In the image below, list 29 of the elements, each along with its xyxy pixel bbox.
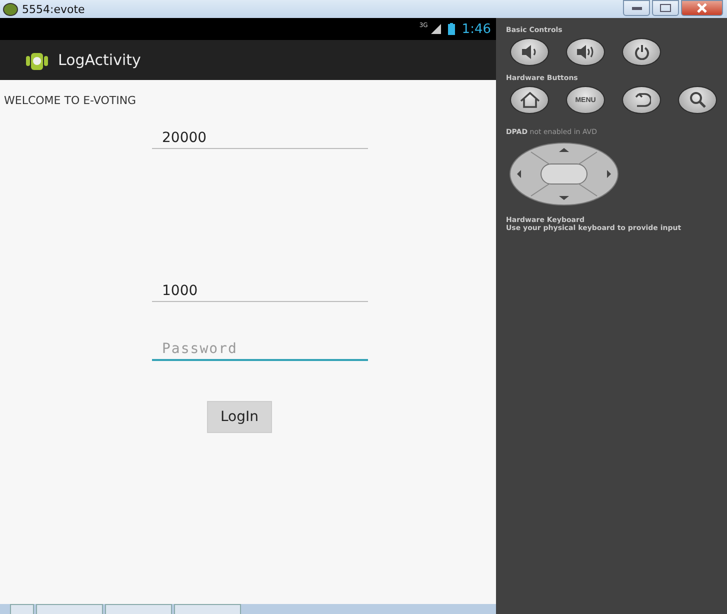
speaker-icon [520,45,538,59]
volume-up-button[interactable] [566,38,605,66]
input-field[interactable]: 20000 [152,126,368,149]
search-button[interactable] [678,86,717,114]
back-arrow-icon [632,92,650,108]
clock: 1:46 [462,22,491,36]
dpad-drawing[interactable] [509,142,619,206]
volume-down-button[interactable] [510,38,549,66]
speaker-loud-icon [576,45,596,59]
window-title: 5554:evote [22,2,85,16]
close-icon [696,3,708,13]
app-title: LogActivity [58,51,141,69]
input-field[interactable]: 1000 [152,279,368,302]
signal-icon [430,24,441,34]
minimize-button[interactable] [623,0,650,16]
maximize-button[interactable] [652,0,679,16]
back-button[interactable] [622,86,661,114]
login-button[interactable]: LogIn [207,401,272,433]
battery-icon [448,23,455,35]
house-icon [520,92,540,108]
home-button[interactable] [510,86,549,114]
power-button[interactable] [622,38,661,66]
power-icon [634,44,650,60]
emulator-icon [3,2,18,16]
search-icon [688,91,706,109]
close-button[interactable] [681,0,723,16]
welcome-text: WELCOME TO E-VOTING [4,94,136,107]
android-icon [26,50,48,70]
input-field[interactable]: Password [152,337,368,361]
